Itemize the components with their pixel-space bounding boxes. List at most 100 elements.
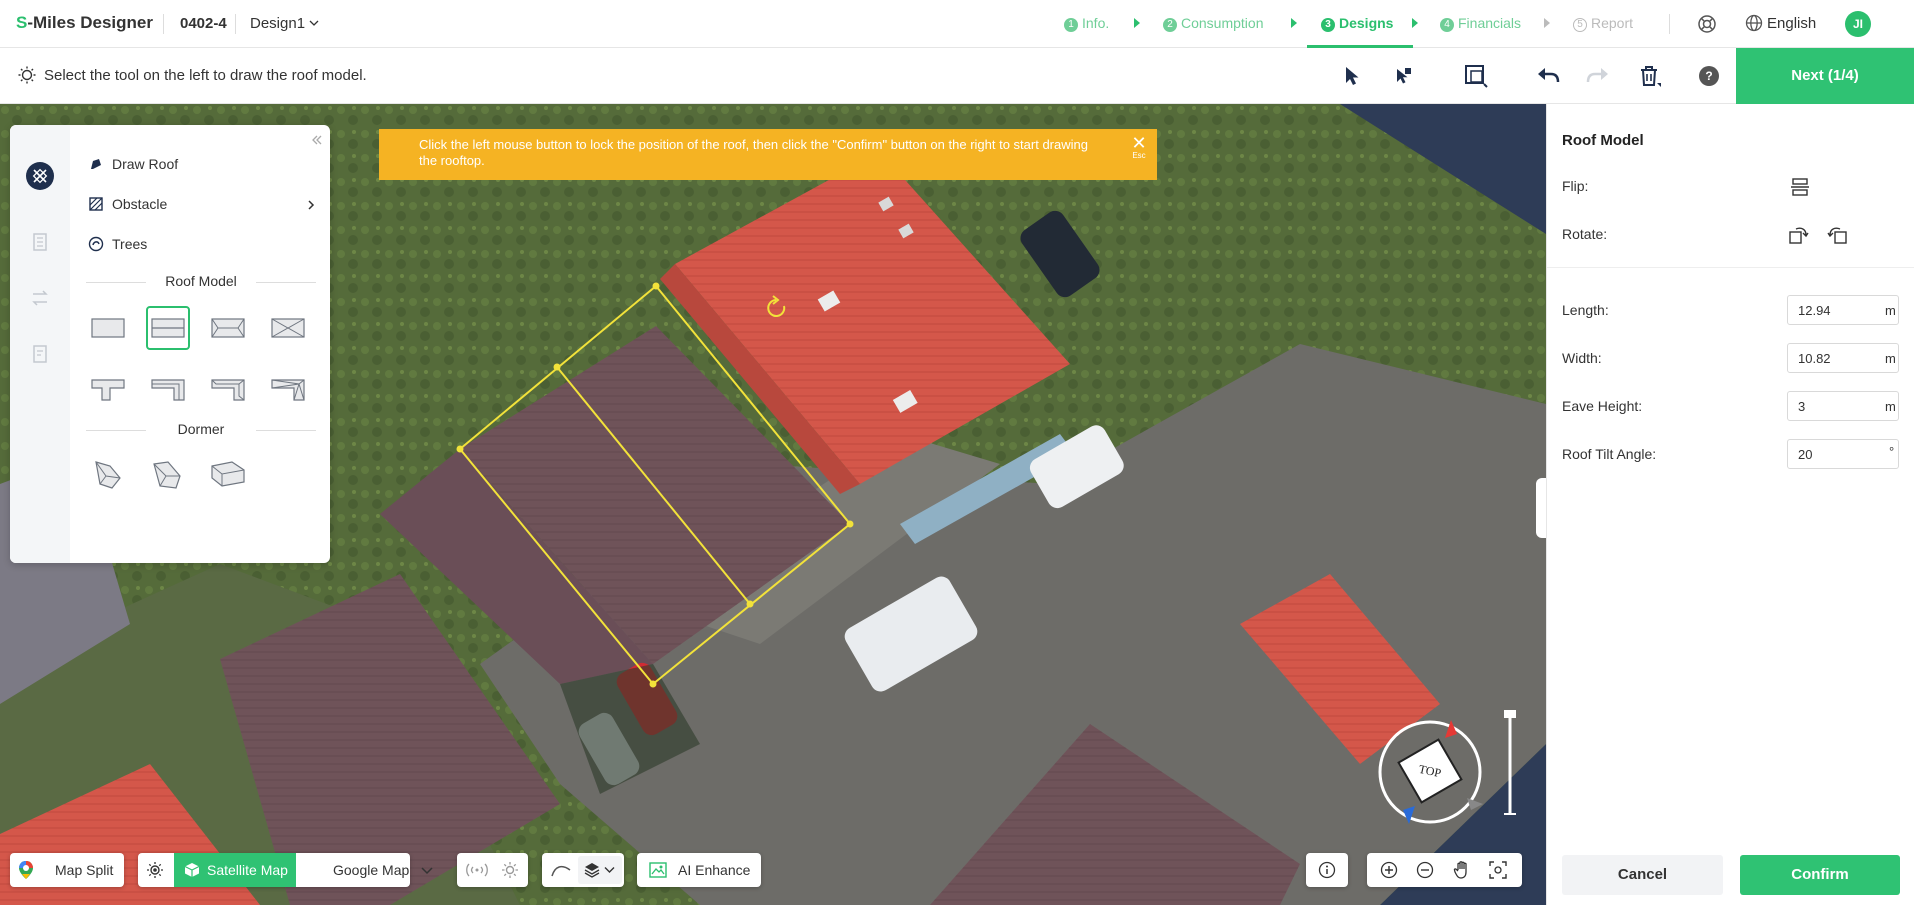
zoom-out-icon[interactable] (1416, 861, 1434, 879)
map-pin-icon (19, 861, 33, 879)
divider (1669, 14, 1670, 34)
hip-roof-shape-icon[interactable] (206, 306, 250, 350)
width-input[interactable] (1787, 343, 1899, 373)
next-button[interactable]: Next (1/4) (1736, 48, 1914, 104)
tilt-slider[interactable] (1500, 709, 1520, 819)
length-input[interactable] (1787, 295, 1899, 325)
signal-icon[interactable] (465, 862, 489, 878)
tree-icon (88, 236, 104, 252)
frame-select-icon[interactable] (1462, 62, 1490, 90)
roof-tilt-angle-input[interactable] (1787, 439, 1899, 469)
cancel-button[interactable]: Cancel (1562, 855, 1723, 895)
building-icon[interactable] (25, 227, 55, 257)
obstacle-icon (89, 197, 103, 211)
divider (235, 14, 236, 34)
pen-icon (91, 159, 101, 169)
dormer-gable-shape-icon[interactable] (86, 452, 130, 496)
help-icon[interactable]: ? (1699, 66, 1719, 86)
length-label: Length: (1562, 302, 1609, 318)
step-consumption[interactable]: 2 Consumption (1163, 15, 1264, 32)
right-panel-collapse-handle[interactable] (1536, 478, 1546, 538)
tool-panel: Draw Roof Obstacle Trees Roof Model Dorm… (10, 125, 330, 563)
ai-enhance-button[interactable]: AI Enhance (637, 853, 761, 887)
layers-icon (584, 863, 600, 878)
width-label: Width: (1562, 350, 1602, 366)
undo-icon[interactable] (1534, 62, 1562, 90)
brightness-icon[interactable] (146, 861, 164, 879)
flip-icon[interactable] (1789, 176, 1811, 198)
pyramid-roof-shape-icon[interactable] (266, 306, 310, 350)
l-hip-roof-shape-icon[interactable] (206, 366, 250, 410)
swap-icon[interactable] (25, 283, 55, 313)
flat-roof-shape-icon[interactable] (86, 306, 130, 350)
fit-to-screen-icon[interactable] (1489, 861, 1507, 879)
collapse-panel-icon[interactable] (310, 133, 324, 147)
layer-group (542, 853, 624, 887)
layers-dropdown[interactable] (578, 856, 622, 884)
map-split-button[interactable]: Map Split (10, 853, 124, 887)
trees-tool[interactable]: Trees (88, 236, 147, 252)
eave-height-input[interactable] (1787, 391, 1899, 421)
satellite-map-option[interactable]: Satellite Map (174, 853, 296, 887)
divider (1547, 267, 1914, 268)
l-roof-shape-icon[interactable] (86, 366, 130, 410)
gable-roof-shape-icon[interactable] (146, 306, 190, 350)
confirm-button[interactable]: Confirm (1740, 855, 1900, 895)
roof-tilt-angle-label: Roof Tilt Angle: (1562, 446, 1657, 462)
project-id: 0402-4 (180, 15, 227, 32)
rotate-clockwise-icon[interactable] (1787, 224, 1809, 246)
roof-tilt-angle-unit: ° (1889, 444, 1895, 459)
chevron-down-icon (604, 867, 615, 873)
info-icon (1318, 861, 1336, 879)
toolbar-hint: Select the tool on the left to draw the … (44, 67, 367, 84)
rotate-label: Rotate: (1562, 226, 1608, 242)
obstacle-tool[interactable]: Obstacle (88, 196, 316, 212)
document-icon[interactable] (25, 339, 55, 369)
zoom-controls (1367, 853, 1522, 887)
flip-label: Flip: (1562, 178, 1589, 194)
cube-icon (184, 863, 200, 877)
app-logo[interactable]: S-Miles Designer (16, 13, 153, 33)
dormer-section-title: Dormer (86, 421, 316, 437)
roof-tools-icon[interactable] (25, 161, 55, 191)
design-selector[interactable]: Design1 (250, 15, 319, 32)
image-enhance-icon (649, 862, 667, 878)
roof-model-panel: Roof Model Flip: Rotate: Length: m Width… (1546, 104, 1914, 905)
l-pyramid-roof-shape-icon[interactable] (266, 366, 310, 410)
l-gable-roof-shape-icon[interactable] (146, 366, 190, 410)
dormer-hip-shape-icon[interactable] (146, 452, 190, 496)
top-bar: S-Miles Designer 0402-4 Design1 1 Info. 2… (0, 0, 1914, 48)
select-pointer-icon[interactable] (1338, 62, 1366, 90)
support-icon[interactable] (1697, 14, 1717, 34)
pan-hand-icon[interactable] (1452, 860, 1472, 880)
sun-icon[interactable] (501, 861, 519, 879)
lightbulb-icon (18, 66, 36, 84)
step-report[interactable]: 5 Report (1573, 15, 1633, 32)
redo-icon[interactable] (1584, 62, 1612, 90)
step-arrow-icon (1134, 18, 1140, 28)
globe-icon (1745, 14, 1763, 32)
length-unit: m (1885, 303, 1896, 318)
google-map-option[interactable]: Google Map (333, 862, 409, 878)
chevron-down-icon (309, 20, 319, 26)
draw-roof-tool[interactable]: Draw Roof (88, 156, 178, 172)
compass-widget[interactable]: TOP (1375, 712, 1495, 832)
chevron-down-icon[interactable] (421, 866, 433, 875)
delete-icon[interactable] (1636, 62, 1664, 90)
step-designs[interactable]: 3 Designs (1321, 15, 1393, 32)
terrain-icon[interactable] (550, 862, 572, 878)
step-financials[interactable]: 4 Financials (1440, 15, 1521, 32)
zoom-in-icon[interactable] (1380, 861, 1398, 879)
info-button[interactable] (1306, 853, 1348, 887)
step-info[interactable]: 1 Info. (1064, 15, 1109, 32)
divider (163, 14, 164, 34)
banner-close-button[interactable]: ✕ Esc (1131, 133, 1147, 165)
language-selector[interactable]: English (1745, 14, 1816, 32)
eave-height-unit: m (1885, 399, 1896, 414)
dormer-shed-shape-icon[interactable] (206, 452, 250, 496)
multi-select-icon[interactable] (1388, 62, 1416, 90)
close-icon: ✕ (1131, 133, 1147, 153)
avatar[interactable]: JI (1845, 11, 1871, 37)
rotate-counterclockwise-icon[interactable] (1827, 224, 1849, 246)
eave-height-label: Eave Height: (1562, 398, 1643, 414)
